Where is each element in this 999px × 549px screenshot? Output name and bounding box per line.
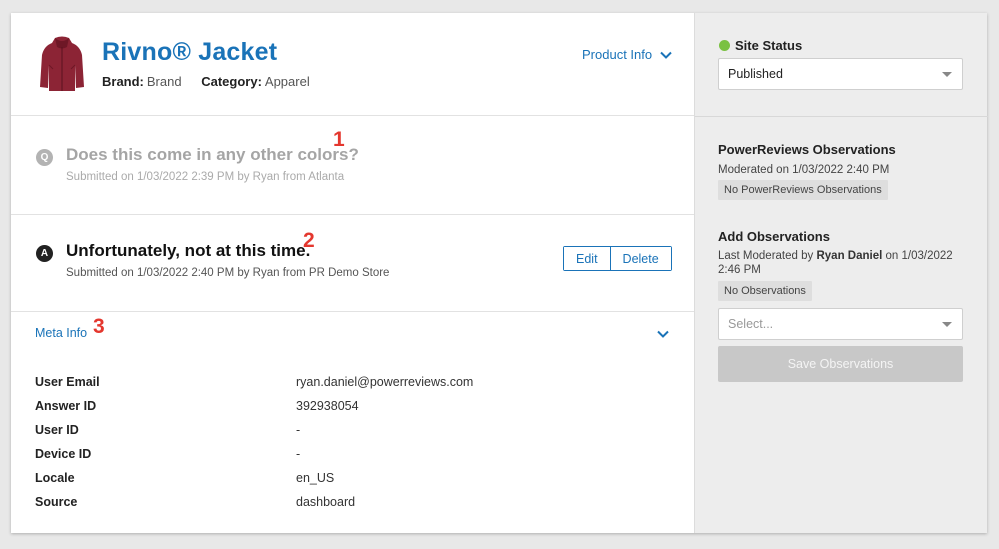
meta-value: - (296, 423, 301, 437)
caret-down-icon (942, 322, 952, 327)
delete-button[interactable]: Delete (609, 247, 671, 270)
meta-info-toggle[interactable]: Meta Info (35, 326, 87, 340)
site-status-label: Site Status (735, 38, 803, 53)
pr-observations-title: PowerReviews Observations (718, 142, 896, 157)
meta-key: Source (35, 495, 78, 509)
meta-key: Device ID (35, 447, 92, 461)
meta-row: Device ID - (35, 442, 655, 466)
question-text: Does this come in any other colors? (66, 145, 359, 164)
moderation-sidebar: Site Status Published PowerReviews Obser… (694, 13, 988, 533)
annotation-marker-1: 1 (333, 128, 345, 151)
chevron-down-icon[interactable] (657, 330, 669, 338)
observations-chip: No Observations (718, 281, 812, 301)
meta-row: Locale en_US (35, 466, 655, 490)
meta-value: - (296, 447, 301, 461)
annotation-marker-2: 2 (303, 229, 315, 252)
add-observations-title: Add Observations (718, 229, 830, 244)
observations-select-placeholder: Select... (728, 317, 774, 331)
product-title: Rivno® Jacket (102, 38, 278, 66)
chevron-down-icon (660, 51, 672, 59)
meta-value: 392938054 (296, 399, 359, 413)
meta-row: User ID - (35, 418, 655, 442)
meta-info-section: Meta Info 3 User Email ryan.daniel@power… (11, 312, 694, 533)
pr-observations-chip: No PowerReviews Observations (718, 180, 888, 200)
question-section: Q Does this come in any other colors? 1 … (11, 116, 694, 215)
product-info-label: Product Info (582, 47, 653, 62)
category-value: Apparel (264, 74, 310, 89)
question-submitted: Submitted on 1/03/2022 2:39 PM by Ryan f… (66, 171, 345, 183)
observations-select[interactable]: Select... (718, 308, 963, 340)
meta-value: dashboard (296, 495, 356, 509)
main-panel: Rivno® Jacket Brand: Brand Category: Appar… (11, 13, 694, 533)
answer-actions: Edit Delete (563, 246, 672, 271)
sidebar-divider (695, 116, 988, 117)
caret-down-icon (942, 72, 952, 77)
brand-label: Brand: (102, 74, 144, 89)
answer-badge: A (36, 245, 53, 262)
moderated-prefix: Last Moderated by (718, 250, 814, 262)
edit-button[interactable]: Edit (564, 247, 610, 270)
answer-submitted: Submitted on 1/03/2022 2:40 PM by Ryan f… (66, 267, 390, 279)
category-label: Category: (201, 74, 262, 89)
moderator-name: Ryan Daniel (816, 250, 883, 262)
meta-value: ryan.daniel@powerreviews.com (296, 375, 474, 389)
save-observations-button[interactable]: Save Observations (718, 346, 963, 382)
meta-row: Answer ID 392938054 (35, 394, 655, 418)
meta-row: User Email ryan.daniel@powerreviews.com (35, 370, 655, 394)
status-dot-icon (719, 40, 730, 51)
meta-key: User ID (35, 423, 79, 437)
meta-key: Locale (35, 471, 75, 485)
brand-value: Brand (146, 74, 182, 89)
pr-observations-moderated: Moderated on 1/03/2022 2:40 PM (718, 164, 890, 176)
moderation-card: Rivno® Jacket Brand: Brand Category: Appar… (11, 13, 988, 533)
product-info-toggle[interactable]: Product Info (582, 47, 672, 62)
product-image-jacket (40, 36, 84, 91)
meta-key: User Email (35, 375, 100, 389)
answer-text: Unfortunately, not at this time. (66, 241, 311, 260)
site-status-select[interactable]: Published (718, 58, 963, 90)
answer-section: A Unfortunately, not at this time. 2 Sub… (11, 215, 694, 312)
question-badge: Q (36, 149, 53, 166)
meta-info-table: User Email ryan.daniel@powerreviews.com … (35, 370, 655, 514)
annotation-marker-3: 3 (93, 315, 105, 338)
meta-value: en_US (296, 471, 335, 485)
site-status-value: Published (728, 67, 783, 81)
site-status-heading: Site Status (719, 38, 802, 53)
product-header: Rivno® Jacket Brand: Brand Category: Appar… (11, 13, 694, 116)
product-meta: Brand: Brand Category: Apparel (102, 74, 326, 89)
add-observations-moderated: Last Moderated by Ryan Daniel on 1/03/20… (718, 249, 963, 277)
meta-key: Answer ID (35, 399, 97, 413)
meta-row: Source dashboard (35, 490, 655, 514)
